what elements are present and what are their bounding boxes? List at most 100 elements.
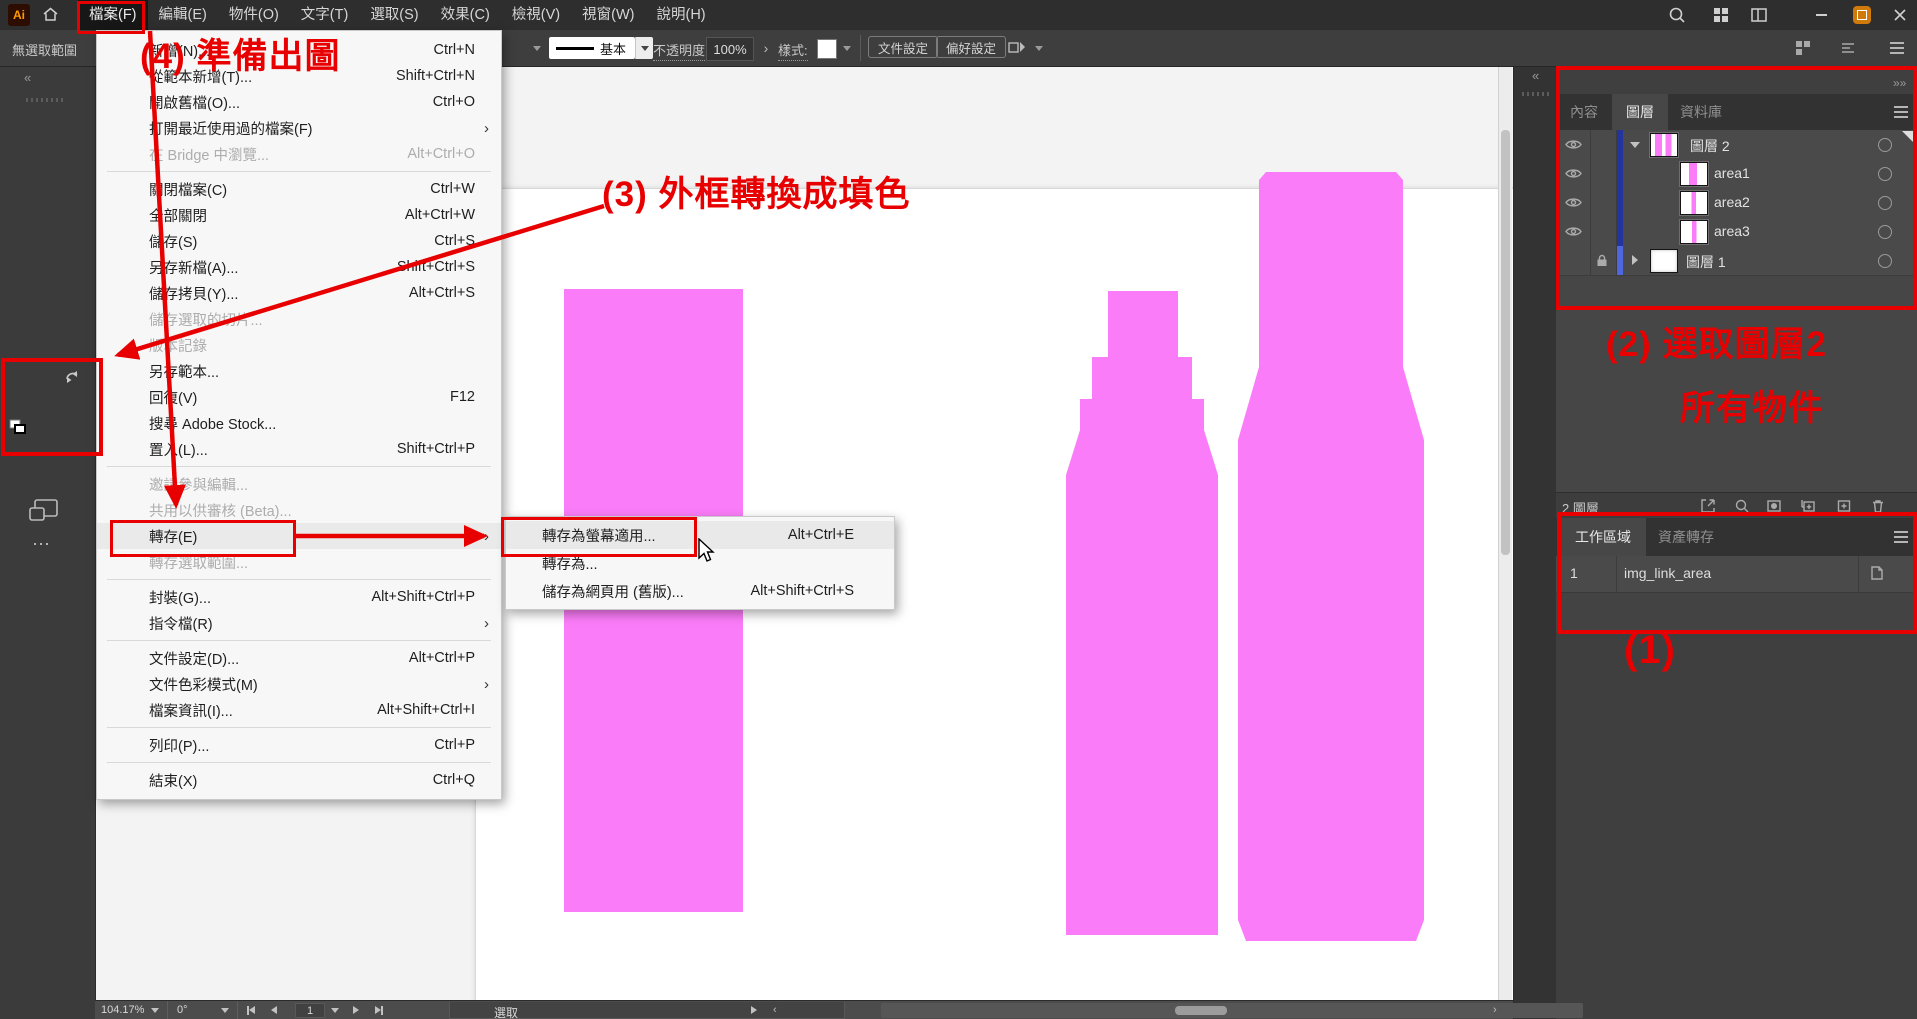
status-display[interactable]: 選取 xyxy=(449,1002,845,1019)
control-bar-menu-icon[interactable] xyxy=(1890,47,1904,49)
object-name[interactable]: area2 xyxy=(1714,194,1750,210)
artboard-row[interactable]: 1 img_link_area xyxy=(1556,556,1917,593)
close-button[interactable] xyxy=(1883,0,1917,30)
restore-button[interactable] xyxy=(1845,0,1879,30)
horizontal-scrollbar[interactable] xyxy=(881,1003,1583,1018)
layer-row-layer2[interactable]: 圖層 2 xyxy=(1556,130,1917,160)
lock-icon[interactable] xyxy=(1596,254,1608,267)
layer-name[interactable]: 圖層 2 xyxy=(1690,136,1730,156)
toolbar-overflow-icon[interactable]: ⋯ xyxy=(32,534,50,555)
make-mask-icon[interactable] xyxy=(1766,498,1782,514)
object-name[interactable]: area3 xyxy=(1714,223,1750,239)
style-label[interactable]: 樣式: xyxy=(778,40,808,61)
collapse-dock-icon[interactable]: »» xyxy=(1893,76,1906,90)
menubar-item[interactable]: 檔案(F) xyxy=(78,0,148,30)
object-thumbnail[interactable] xyxy=(1680,162,1708,186)
menu-item[interactable]: 共用以供審核 (Beta)... xyxy=(97,497,501,523)
new-layer-icon[interactable] xyxy=(1836,498,1852,514)
vertical-scrollbar[interactable] xyxy=(1498,66,1512,1000)
app-logo-icon[interactable]: Ai xyxy=(8,4,30,26)
scroll-left-button[interactable]: ‹ xyxy=(773,1003,777,1017)
menu-item[interactable]: 邀請參與編輯... xyxy=(97,471,501,497)
zoom-dropdown-icon[interactable] xyxy=(151,1008,159,1013)
style-swatch[interactable] xyxy=(817,39,837,59)
next-artboard-button[interactable] xyxy=(353,1003,359,1017)
document-setup-button[interactable]: 文件設定 xyxy=(868,36,938,58)
menu-item[interactable]: 儲存拷貝(Y)... Alt+Ctrl+S xyxy=(97,280,501,306)
tab-libraries[interactable]: 資料庫 xyxy=(1668,94,1734,130)
object-thumbnail[interactable] xyxy=(1680,191,1708,215)
chevron-right-icon[interactable] xyxy=(1632,255,1638,265)
menubar-item[interactable]: 編輯(E) xyxy=(148,0,218,30)
artboard-dropdown-icon[interactable] xyxy=(331,1008,339,1013)
default-fill-stroke-icon[interactable] xyxy=(9,419,29,437)
menu-item[interactable]: 從範本新增(T)... Shift+Ctrl+N xyxy=(97,63,501,89)
rotation-dropdown-icon[interactable] xyxy=(221,1008,229,1013)
menu-item[interactable]: 全部關閉 Alt+Ctrl+W xyxy=(97,202,501,228)
menu-item[interactable]: 文件設定(D)... Alt+Ctrl+P xyxy=(97,645,501,671)
tab-layers[interactable]: 圖層 xyxy=(1612,94,1668,130)
eye-icon[interactable] xyxy=(1565,197,1582,208)
layer-row-area2[interactable]: area2 xyxy=(1556,188,1917,218)
menubar-item[interactable]: 文字(T) xyxy=(290,0,360,30)
layer-target-icon[interactable] xyxy=(1878,254,1892,268)
artboard-page-icon[interactable] xyxy=(1868,564,1886,582)
menubar-item[interactable]: 視窗(W) xyxy=(571,0,645,30)
menu-item[interactable]: 儲存選取的切片... xyxy=(97,306,501,332)
scroll-right-button[interactable]: › xyxy=(1493,1003,1497,1017)
status-menu-button[interactable] xyxy=(751,1003,757,1017)
artboards-panel-menu-icon[interactable] xyxy=(1894,536,1908,538)
preferences-button[interactable]: 偏好設定 xyxy=(936,36,1006,58)
menu-item[interactable]: 置入(L)... Shift+Ctrl+P xyxy=(97,436,501,462)
eye-icon[interactable] xyxy=(1565,226,1582,237)
menu-item-save-for-web[interactable]: 儲存為網頁用 (舊版)... Alt+Shift+Ctrl+S xyxy=(506,577,894,605)
menu-item[interactable]: 關閉檔案(C) Ctrl+W xyxy=(97,176,501,202)
collect-for-export-icon[interactable] xyxy=(1700,498,1716,514)
menu-item[interactable]: 回復(V) F12 xyxy=(97,384,501,410)
menu-item[interactable]: 在 Bridge 中瀏覽... Alt+Ctrl+O xyxy=(97,141,501,167)
tab-properties[interactable]: 內容 xyxy=(1556,94,1612,130)
layer-target-icon[interactable] xyxy=(1878,138,1892,152)
vertical-scrollbar-thumb[interactable] xyxy=(1501,130,1510,555)
search-icon[interactable] xyxy=(1668,6,1686,24)
eye-icon[interactable] xyxy=(1565,168,1582,179)
menu-item[interactable]: 指令檔(R) › xyxy=(97,610,501,636)
align-options-icon[interactable] xyxy=(1008,39,1028,57)
previous-artboard-button[interactable] xyxy=(271,1003,277,1017)
locate-object-icon[interactable] xyxy=(1734,498,1750,514)
new-sublayer-icon[interactable] xyxy=(1800,498,1816,514)
dock-options-icon[interactable] xyxy=(1840,40,1856,56)
menu-item[interactable]: 檔案資訊(I)... Alt+Shift+Ctrl+I xyxy=(97,697,501,723)
trash-icon[interactable] xyxy=(1870,498,1886,514)
layer-row-area3[interactable]: area3 xyxy=(1556,217,1917,247)
home-icon[interactable] xyxy=(42,6,59,23)
object-name[interactable]: area1 xyxy=(1714,165,1750,181)
screen-mode-icon[interactable] xyxy=(28,498,60,524)
layer-thumbnail[interactable] xyxy=(1650,133,1678,157)
menu-item[interactable]: 列印(P)... Ctrl+P xyxy=(97,732,501,758)
object-target-icon[interactable] xyxy=(1878,167,1892,181)
layer-row-layer1[interactable]: 圖層 1 xyxy=(1556,246,1917,276)
arrange-documents-icon[interactable] xyxy=(1750,6,1768,24)
chevron-down-icon[interactable] xyxy=(1630,142,1640,148)
minimize-button[interactable] xyxy=(1804,0,1838,30)
grid-options-icon[interactable] xyxy=(1795,40,1811,56)
object-target-icon[interactable] xyxy=(1878,196,1892,210)
menubar-item[interactable]: 選取(S) xyxy=(359,0,429,30)
artboard-number-field[interactable]: 1 xyxy=(295,1003,325,1018)
menu-item[interactable]: 新增(N)... Ctrl+N xyxy=(97,37,501,63)
tools-grip[interactable] xyxy=(26,98,64,102)
layer-thumbnail[interactable] xyxy=(1650,249,1678,273)
menu-item[interactable]: 另存新檔(A)... Shift+Ctrl+S xyxy=(97,254,501,280)
tab-artboards[interactable]: 工作區域 xyxy=(1560,518,1646,556)
menu-item[interactable]: 搜尋 Adobe Stock... xyxy=(97,410,501,436)
menubar-item[interactable]: 檢視(V) xyxy=(501,0,571,30)
menu-item[interactable]: 打開最近使用過的檔案(F) › xyxy=(97,115,501,141)
rotation-select[interactable]: 0° xyxy=(177,1003,188,1017)
menubar-item[interactable]: 物件(O) xyxy=(218,0,290,30)
magenta-bottle-object-large[interactable] xyxy=(1238,172,1424,941)
object-thumbnail[interactable] xyxy=(1680,220,1708,244)
menu-item[interactable]: 轉存選取範圍... xyxy=(97,549,501,575)
menu-item[interactable]: 儲存(S) Ctrl+S xyxy=(97,228,501,254)
workspace-switcher-icon[interactable] xyxy=(1712,6,1730,24)
